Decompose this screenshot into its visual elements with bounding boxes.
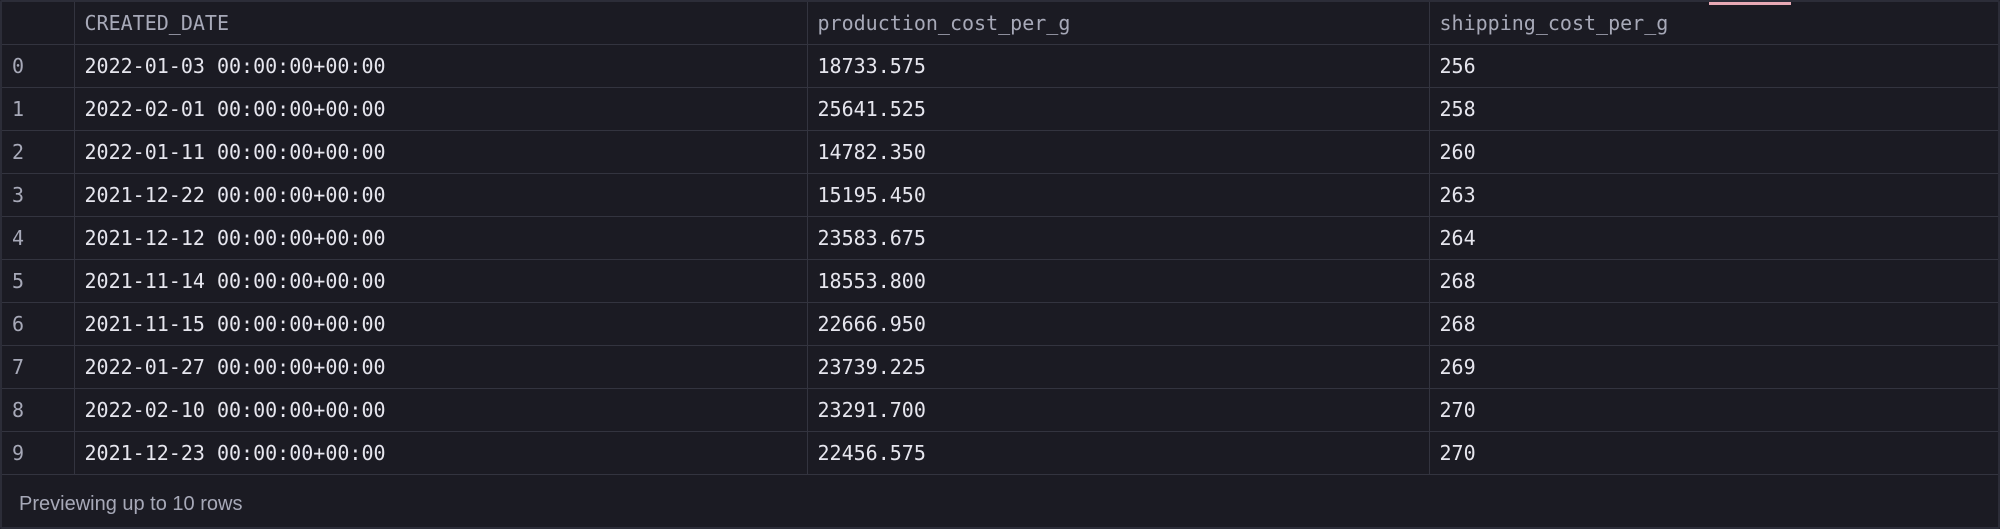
table-row: 8 2022-02-10 00:00:00+00:00 23291.700 27… <box>2 388 1998 432</box>
table-row: 0 2022-01-03 00:00:00+00:00 18733.575 25… <box>2 44 1998 88</box>
table-row: 6 2021-11-15 00:00:00+00:00 22666.950 26… <box>2 302 1998 346</box>
cell-shipping-cost[interactable]: 256 <box>1429 44 1998 88</box>
cell-created-date[interactable]: 2022-01-11 00:00:00+00:00 <box>74 130 808 174</box>
cell-production-cost[interactable]: 23583.675 <box>807 216 1430 260</box>
row-index: 9 <box>2 431 75 475</box>
preview-row-count-text: Previewing up to 10 rows <box>19 492 243 515</box>
cell-created-date[interactable]: 2022-01-27 00:00:00+00:00 <box>74 345 808 389</box>
data-table: CREATED_DATE production_cost_per_g shipp… <box>2 2 1998 475</box>
row-index: 0 <box>2 44 75 88</box>
column-header-index <box>2 2 75 45</box>
row-index: 2 <box>2 130 75 174</box>
cell-production-cost[interactable]: 22456.575 <box>807 431 1430 475</box>
row-index: 8 <box>2 388 75 432</box>
cell-shipping-cost[interactable]: 263 <box>1429 173 1998 217</box>
cell-created-date[interactable]: 2022-02-10 00:00:00+00:00 <box>74 388 808 432</box>
cell-created-date[interactable]: 2021-12-23 00:00:00+00:00 <box>74 431 808 475</box>
table-row: 5 2021-11-14 00:00:00+00:00 18553.800 26… <box>2 259 1998 303</box>
column-header-created-date[interactable]: CREATED_DATE <box>74 2 808 45</box>
table-row: 1 2022-02-01 00:00:00+00:00 25641.525 25… <box>2 87 1998 131</box>
header-row: CREATED_DATE production_cost_per_g shipp… <box>2 2 1998 45</box>
cell-production-cost[interactable]: 23739.225 <box>807 345 1430 389</box>
cell-shipping-cost[interactable]: 268 <box>1429 302 1998 346</box>
cell-shipping-cost[interactable]: 270 <box>1429 388 1998 432</box>
cell-created-date[interactable]: 2021-12-22 00:00:00+00:00 <box>74 173 808 217</box>
row-index: 7 <box>2 345 75 389</box>
cell-production-cost[interactable]: 23291.700 <box>807 388 1430 432</box>
cell-created-date[interactable]: 2022-01-03 00:00:00+00:00 <box>74 44 808 88</box>
row-index: 5 <box>2 259 75 303</box>
cell-production-cost[interactable]: 18553.800 <box>807 259 1430 303</box>
preview-footer: Previewing up to 10 rows <box>2 481 1998 527</box>
cell-created-date[interactable]: 2021-12-12 00:00:00+00:00 <box>74 216 808 260</box>
cell-production-cost[interactable]: 25641.525 <box>807 87 1430 131</box>
cell-shipping-cost[interactable]: 270 <box>1429 431 1998 475</box>
cell-shipping-cost[interactable]: 264 <box>1429 216 1998 260</box>
cell-production-cost[interactable]: 22666.950 <box>807 302 1430 346</box>
column-header-production-cost-per-g[interactable]: production_cost_per_g <box>807 2 1430 45</box>
cell-production-cost[interactable]: 14782.350 <box>807 130 1430 174</box>
table-row: 9 2021-12-23 00:00:00+00:00 22456.575 27… <box>2 431 1998 475</box>
cell-created-date[interactable]: 2021-11-14 00:00:00+00:00 <box>74 259 808 303</box>
cell-shipping-cost[interactable]: 258 <box>1429 87 1998 131</box>
table-row: 7 2022-01-27 00:00:00+00:00 23739.225 26… <box>2 345 1998 389</box>
dataframe-preview: CREATED_DATE production_cost_per_g shipp… <box>0 0 2000 529</box>
cell-shipping-cost[interactable]: 268 <box>1429 259 1998 303</box>
cell-created-date[interactable]: 2022-02-01 00:00:00+00:00 <box>74 87 808 131</box>
row-index: 1 <box>2 87 75 131</box>
row-index: 3 <box>2 173 75 217</box>
table-row: 2 2022-01-11 00:00:00+00:00 14782.350 26… <box>2 130 1998 174</box>
table-row: 3 2021-12-22 00:00:00+00:00 15195.450 26… <box>2 173 1998 217</box>
row-index: 6 <box>2 302 75 346</box>
column-header-shipping-cost-per-g[interactable]: shipping_cost_per_g <box>1429 2 1998 45</box>
cell-production-cost[interactable]: 15195.450 <box>807 173 1430 217</box>
cell-shipping-cost[interactable]: 260 <box>1429 130 1998 174</box>
accent-indicator <box>1709 2 1791 5</box>
cell-production-cost[interactable]: 18733.575 <box>807 44 1430 88</box>
table-row: 4 2021-12-12 00:00:00+00:00 23583.675 26… <box>2 216 1998 260</box>
cell-created-date[interactable]: 2021-11-15 00:00:00+00:00 <box>74 302 808 346</box>
row-index: 4 <box>2 216 75 260</box>
cell-shipping-cost[interactable]: 269 <box>1429 345 1998 389</box>
